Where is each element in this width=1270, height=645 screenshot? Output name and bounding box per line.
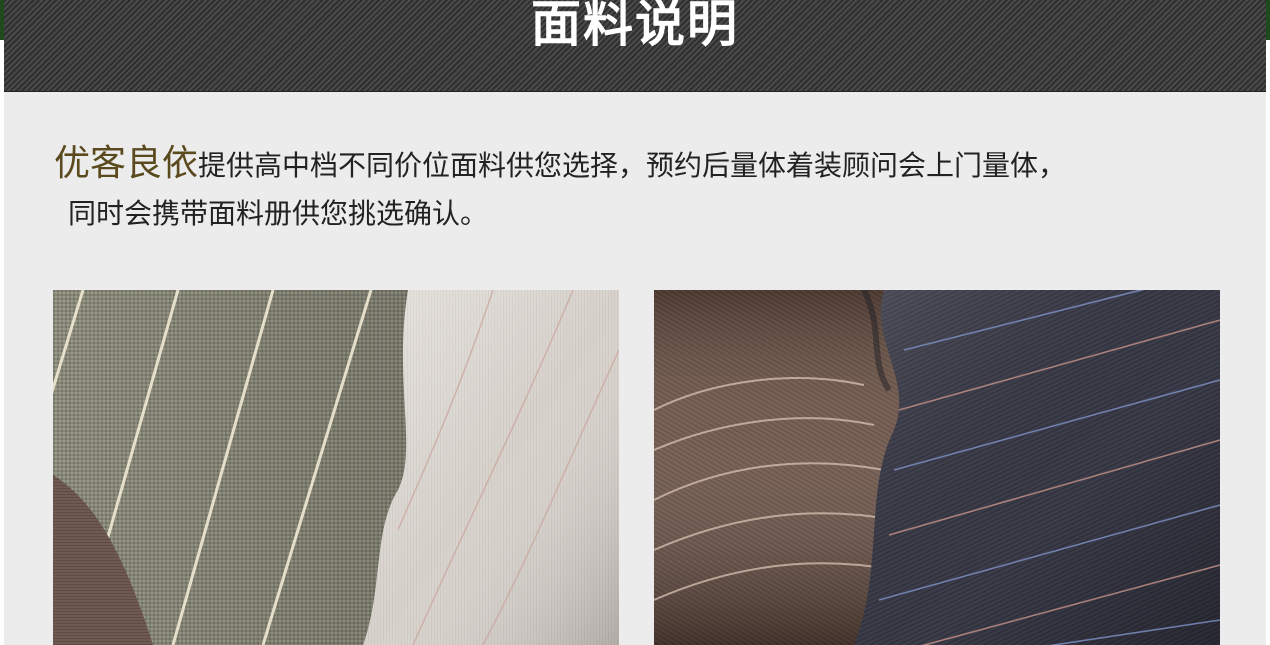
intro-paragraph: 优客良依提供高中档不同价位面料供您选择，预约后量体着装顾问会上门量体， 同时会携… [54,140,1234,238]
page-title: 面料说明 [531,0,739,53]
intro-text-line2: 同时会携带面料册供您挑选确认。 [68,197,489,230]
header-banner: 面料说明 [4,0,1266,92]
intro-text-line1: 提供高中档不同价位面料供您选择，预约后量体着装顾问会上门量体， [198,149,1067,182]
dark-pinstripe-fabric-photo [654,290,1220,645]
light-pinstripe-fabric-photo [53,290,619,645]
right-edge-accent [1266,0,1270,40]
fabric-description-section: 优客良依提供高中档不同价位面料供您选择，预约后量体着装顾问会上门量体， 同时会携… [4,92,1266,645]
brand-name: 优客良依 [54,143,199,184]
